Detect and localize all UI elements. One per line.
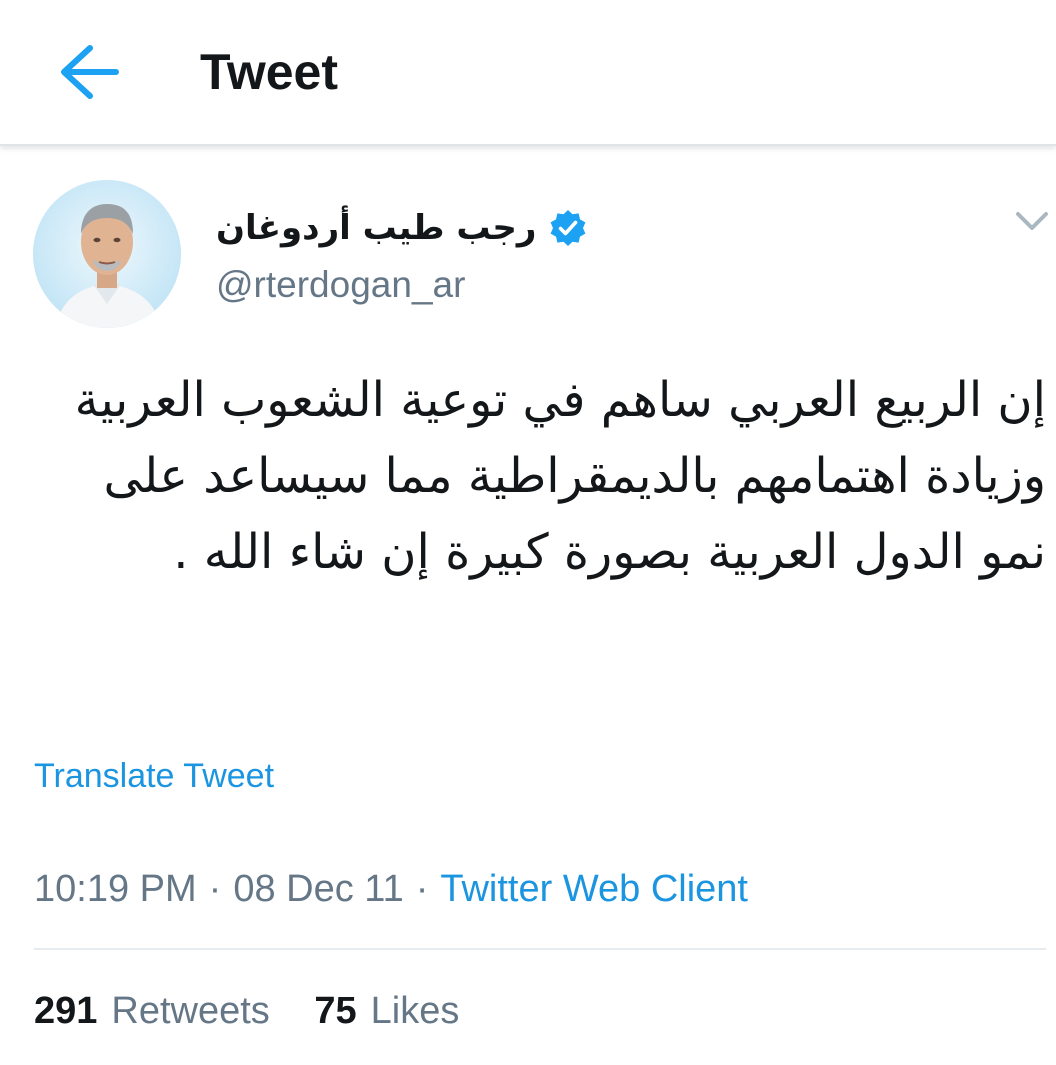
tweet-time: 10:19 PM — [34, 868, 197, 910]
tweet-meta: 10:19 PM · 08 Dec 11 · Twitter Web Client — [34, 864, 748, 914]
avatar[interactable] — [33, 180, 181, 328]
meta-separator: · — [208, 868, 222, 910]
translate-tweet-link[interactable]: Translate Tweet — [34, 754, 274, 798]
divider — [34, 948, 1046, 950]
author-display-name: رجب طيب أردوغان — [216, 208, 537, 248]
tweet-stats: 291 Retweets 75 Likes — [34, 986, 459, 1036]
verified-badge-icon — [548, 208, 588, 248]
arrow-left-icon — [61, 45, 119, 99]
back-button[interactable] — [52, 36, 124, 108]
tweet-date: 08 Dec 11 — [233, 868, 404, 910]
author-name-row[interactable]: رجب طيب أردوغان — [216, 200, 588, 256]
page-title: Tweet — [200, 44, 338, 100]
likes-label: Likes — [370, 990, 460, 1032]
likes-count: 75 — [314, 990, 357, 1032]
retweets-label: Retweets — [111, 990, 270, 1032]
retweets-stat[interactable]: 291 Retweets — [34, 986, 270, 1036]
meta-separator: · — [415, 868, 429, 910]
chevron-down-icon — [1016, 212, 1048, 230]
likes-stat[interactable]: 75 Likes — [314, 986, 459, 1036]
tweet-text: إن الربيع العربي ساهم في توعية الشعوب ال… — [74, 372, 1046, 580]
top-bar: Tweet — [0, 0, 1056, 146]
tweet-menu-button[interactable] — [1012, 206, 1052, 236]
author-handle[interactable]: @rterdogan_ar — [216, 262, 465, 308]
tweet-source-link[interactable]: Twitter Web Client — [440, 868, 748, 910]
profile-photo — [33, 180, 181, 328]
retweets-count: 291 — [34, 990, 98, 1032]
